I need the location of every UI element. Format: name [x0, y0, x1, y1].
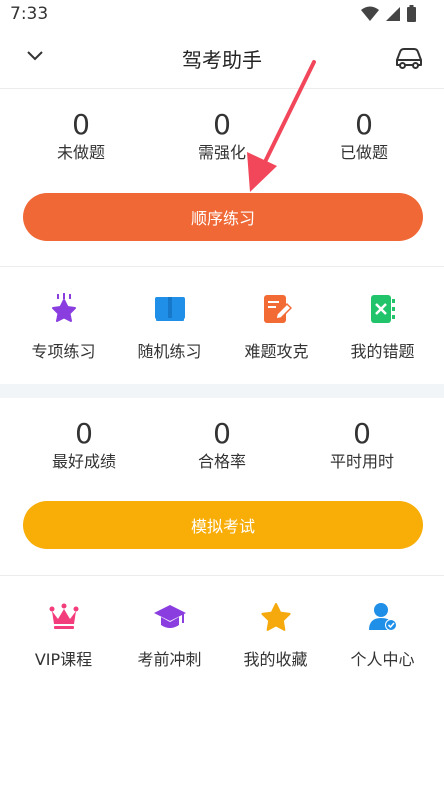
- annotation-arrow-icon: [247, 60, 316, 192]
